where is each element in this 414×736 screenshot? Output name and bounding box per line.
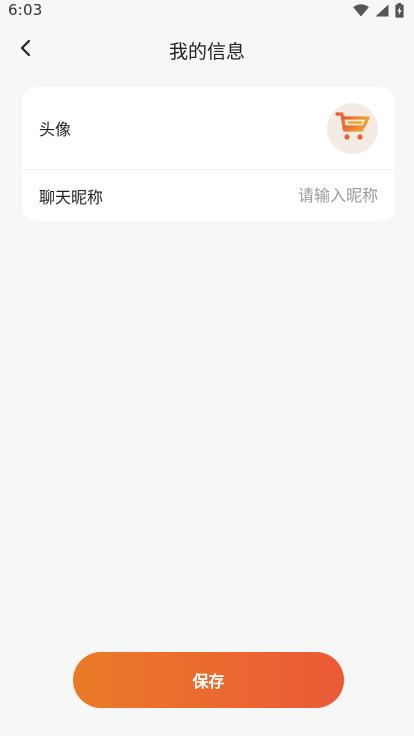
chevron-left-icon xyxy=(19,39,33,61)
cellular-signal-icon xyxy=(375,4,389,17)
app-header: 我的信息 xyxy=(0,24,414,76)
page-title: 我的信息 xyxy=(168,40,245,63)
my-info-screen: 6:03 我的信息 头像 聊天昵称 请输入昵称 保存 xyxy=(0,0,414,736)
nickname-label: 聊天昵称 xyxy=(39,187,104,207)
profile-card: 头像 聊天昵称 请输入昵称 xyxy=(22,87,395,221)
shopping-cart-icon xyxy=(334,110,371,146)
save-button[interactable]: 保存 xyxy=(73,652,344,708)
status-time: 6:03 xyxy=(8,1,43,19)
battery-charging-icon xyxy=(395,2,404,18)
status-icons xyxy=(353,2,404,18)
nickname-row: 聊天昵称 xyxy=(22,170,395,221)
avatar-label: 头像 xyxy=(39,120,72,139)
nickname-input[interactable] xyxy=(198,186,378,205)
back-button[interactable] xyxy=(8,32,44,68)
status-bar: 6:03 xyxy=(0,0,414,20)
avatar-row[interactable]: 头像 xyxy=(22,87,395,170)
avatar[interactable] xyxy=(327,102,378,154)
wifi-icon xyxy=(353,3,369,17)
